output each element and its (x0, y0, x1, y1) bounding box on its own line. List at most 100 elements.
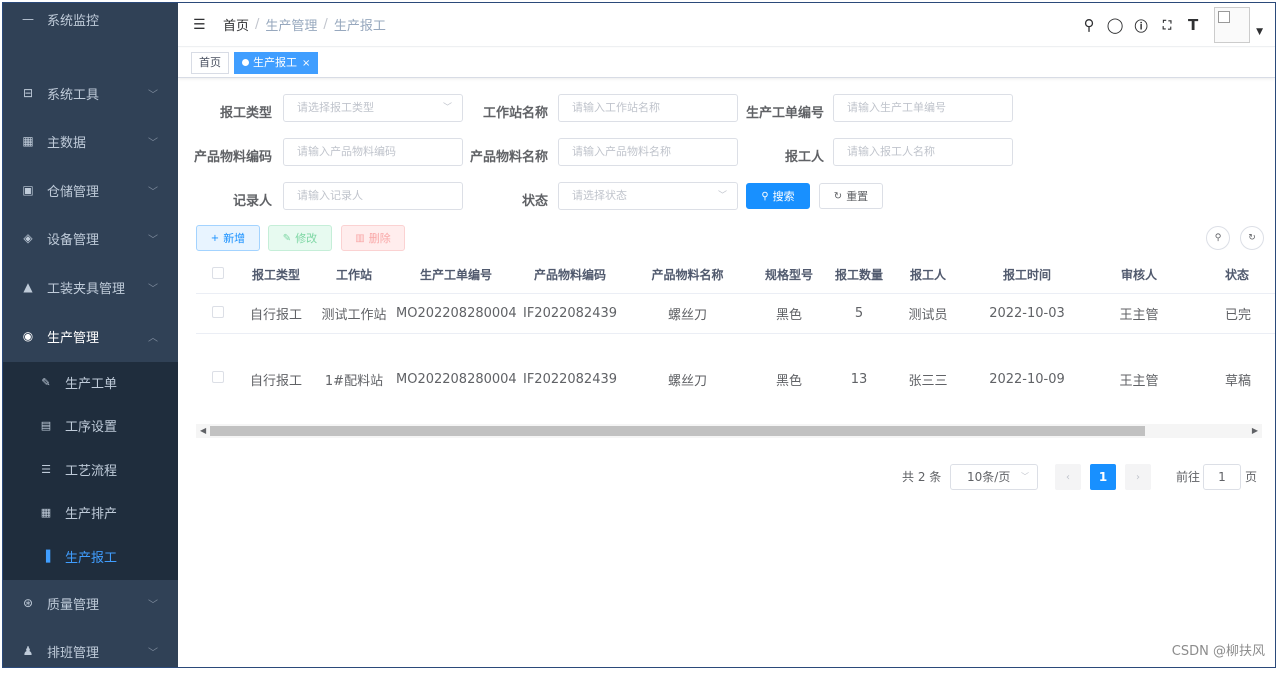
pagination-total: 共 2 条 (902, 470, 942, 484)
table-cell: IF2022082439 (522, 371, 618, 387)
caret-down-icon[interactable]: ▼ (1256, 27, 1263, 37)
eye-icon: ◉ (22, 329, 34, 343)
page-number-current[interactable]: 1 (1090, 464, 1116, 490)
workstation-input[interactable]: 请输入工作站名称 (558, 94, 738, 122)
sidebar-item-label: 生产管理 (47, 330, 100, 346)
sidebar-item-label: 仓储管理 (47, 184, 100, 200)
close-icon[interactable]: × (302, 58, 310, 69)
prev-page-button[interactable]: ‹ (1055, 464, 1081, 490)
reset-button[interactable]: ↻ 重置 (819, 183, 883, 209)
breadcrumb-home[interactable]: 首页 (223, 15, 249, 34)
sidebar-item-shift[interactable]: ♟ 排班管理 ﹀ (3, 627, 178, 667)
column-header: 产品物料名称 (651, 268, 724, 282)
goto-label: 前往 (1176, 470, 1201, 484)
breadcrumb-current: 生产报工 (333, 19, 386, 34)
column-header: 工作站 (335, 268, 372, 282)
bar-chart-icon: ▐ (41, 550, 51, 563)
scrollbar-thumb[interactable] (210, 426, 1145, 436)
delete-button[interactable]: ▥ 删除 (341, 225, 405, 251)
workorder-label: 生产工单编号 (745, 106, 824, 121)
report-type-select[interactable]: 请选择报工类型 ﹀ (283, 94, 463, 122)
sidebar-subitem-label: 生产排产 (65, 507, 118, 522)
search-button[interactable]: ⚲ 搜索 (746, 183, 810, 209)
select-all-checkbox[interactable] (212, 267, 224, 279)
help-icon[interactable]: ⓘ (1128, 16, 1154, 35)
goto-page-input[interactable]: 1 (1203, 464, 1241, 490)
item-code-input[interactable]: 请输入产品物料编码 (283, 138, 463, 166)
main-content: ☰ 首页 / 生产管理 / 生产报工 ⚲ ◯ ⓘ ⛶ T ▼ 首页 生产报工 × (178, 3, 1275, 667)
sidebar-item-system-monitor[interactable]: — 系统监控 (3, 3, 178, 43)
workorder-input[interactable]: 请输入生产工单编号 (833, 94, 1013, 122)
tags-view: 首页 生产报工 × (178, 48, 1275, 78)
watermark: CSDN @柳扶风 (1171, 644, 1265, 659)
edit-icon: ✎ (282, 232, 292, 244)
table-cell: 张三三 (908, 373, 948, 389)
table-row[interactable]: 自行报工 1#配料站 MO202208280004 IF2022082439 螺… (196, 334, 1275, 424)
select-all-cell (196, 267, 240, 282)
edit-button[interactable]: ✎ 修改 (268, 225, 332, 251)
sidebar-item-fixtures[interactable]: ▲ 工装夹具管理 ﹀ (3, 263, 178, 311)
next-page-button[interactable]: › (1125, 464, 1151, 490)
status-label: 状态 (521, 194, 548, 209)
row-checkbox[interactable] (212, 371, 224, 383)
sidebar-item-production[interactable]: ◉ 生产管理 ︿ (3, 312, 178, 360)
breadcrumb-separator: / (323, 17, 328, 32)
table-row[interactable]: 自行报工 测试工作站 MO202208280004 IF2022082439 螺… (196, 294, 1275, 334)
report-type-label: 报工类型 (219, 106, 272, 121)
status-cell: 草稿 (1225, 373, 1252, 389)
table-horizontal-scrollbar[interactable]: ◀ ▶ (196, 424, 1262, 438)
sidebar-item-label: 工装夹具管理 (47, 281, 126, 297)
recorder-input[interactable]: 请输入记录人 (283, 182, 463, 210)
sidebar-item-warehouse[interactable]: ▣ 仓储管理 ﹀ (3, 166, 178, 214)
refresh-button[interactable]: ↻ (1240, 226, 1264, 250)
chevron-down-icon: ﹀ (148, 283, 158, 295)
avatar[interactable] (1214, 7, 1251, 43)
table-cell: 测试员 (908, 308, 948, 323)
search-icon[interactable]: ⚲ (1076, 16, 1102, 34)
table-cell: 2022-10-09 (989, 371, 1065, 387)
github-icon[interactable]: ◯ (1102, 16, 1128, 34)
reporter-input[interactable]: 请输入报工人名称 (833, 138, 1013, 166)
sidebar-subitem-schedule[interactable]: ▦ 生产排产 (3, 491, 178, 534)
page-size-select[interactable]: 10条/页 ﹀ (950, 464, 1038, 490)
item-name-input[interactable]: 请输入产品物料名称 (558, 138, 738, 166)
sidebar-item-master-data[interactable]: ▦ 主数据 ﹀ (3, 117, 178, 165)
column-header: 审核人 (1120, 268, 1157, 282)
refresh-icon: ↻ (833, 190, 843, 202)
sidebar-subitem-process[interactable]: ▤ 工序设置 (3, 404, 178, 447)
trash-icon: ▥ (355, 232, 365, 244)
add-button[interactable]: + 新增 (196, 225, 260, 251)
status-select[interactable]: 请选择状态 ﹀ (558, 182, 738, 210)
tag-active[interactable]: 生产报工 × (234, 51, 319, 74)
workstation-placeholder: 请输入工作站名称 (572, 101, 660, 114)
sidebar-subitem-workorder[interactable]: ✎ 生产工单 (3, 361, 178, 404)
row-checkbox[interactable] (212, 305, 224, 318)
scroll-right-icon[interactable]: ▶ (1252, 424, 1258, 438)
item-name-placeholder: 请输入产品物料名称 (572, 145, 671, 158)
scroll-left-icon[interactable]: ◀ (200, 424, 206, 438)
sidebar-item-equipment[interactable]: ◈ 设备管理 ﹀ (3, 214, 178, 262)
sidebar-item-label: 主数据 (47, 135, 87, 151)
font-size-icon[interactable]: T (1180, 16, 1206, 34)
sidebar-item-system-tools[interactable]: ⊟ 系统工具 ﹀ (3, 69, 178, 117)
item-name-label: 产品物料名称 (469, 150, 548, 165)
sidebar-subitem-label: 工序设置 (65, 420, 118, 435)
fullscreen-icon[interactable]: ⛶ (1154, 18, 1180, 33)
tag-home[interactable]: 首页 (191, 51, 229, 74)
chevron-down-icon: ﹀ (148, 599, 158, 611)
sidebar-item-quality[interactable]: ⊛ 质量管理 ﹀ (3, 579, 178, 627)
sidebar-subitem-label: 生产报工 (65, 551, 118, 566)
toggle-search-button[interactable]: ⚲ (1206, 226, 1230, 250)
table-cell: 王主管 (1119, 373, 1159, 389)
sidebar-subitem-feedback[interactable]: ▐ 生产报工 (3, 535, 178, 578)
hamburger-icon[interactable]: ☰ (193, 17, 213, 33)
search-icon: ⚲ (1214, 233, 1222, 243)
chevron-up-icon: ︿ (148, 332, 158, 344)
reporter-placeholder: 请输入报工人名称 (847, 145, 935, 158)
sidebar-subitem-route[interactable]: ☰ 工艺流程 (3, 448, 178, 491)
sidebar-item-label: 排班管理 (47, 645, 100, 661)
plus-icon: + (210, 232, 220, 244)
table-cell: 5 (854, 306, 864, 321)
column-header: 状态 (1225, 268, 1250, 282)
table-cell: 13 (850, 371, 868, 387)
